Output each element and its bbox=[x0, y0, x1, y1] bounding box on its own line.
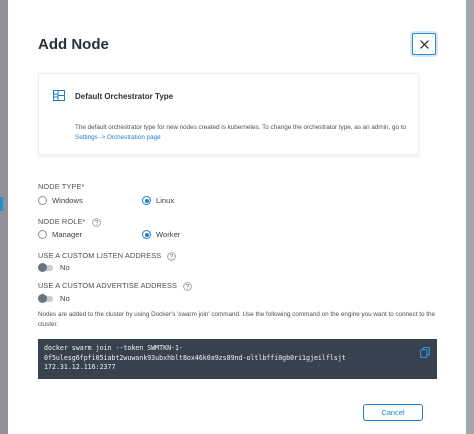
radio-worker[interactable]: Worker bbox=[142, 230, 180, 239]
join-command-block[interactable]: docker swarm join --token SWMTKN-1- 0f5ul… bbox=[38, 339, 437, 379]
command-line-2: 0f5ulesg6fpfi05iabt2wuwank93ubxhblt8ox46… bbox=[44, 353, 346, 362]
radio-worker-label: Worker bbox=[156, 230, 181, 239]
command-line-3: 172.31.12.116:2377 bbox=[44, 363, 116, 371]
orchestrator-info-card: Default Orchestrator Type The default or… bbox=[38, 73, 419, 155]
info-text-body: The default orchestrator type for new no… bbox=[75, 124, 407, 131]
question-circle-icon[interactable] bbox=[91, 217, 101, 227]
question-circle-icon[interactable] bbox=[167, 251, 177, 261]
backdrop-accent bbox=[0, 197, 3, 211]
info-title: Default Orchestrator Type bbox=[75, 92, 174, 101]
radio-manager-label: Manager bbox=[52, 230, 82, 239]
node-role-label-row: NODE ROLE* bbox=[38, 217, 101, 227]
modal-title: Add Node bbox=[38, 36, 109, 53]
radio-windows-label: Windows bbox=[52, 196, 83, 205]
radio-manager[interactable]: Manager bbox=[38, 230, 82, 239]
radio-windows-circle[interactable] bbox=[38, 196, 47, 205]
radio-linux-label: Linux bbox=[156, 196, 175, 205]
close-button[interactable] bbox=[412, 33, 436, 55]
copy-icon[interactable] bbox=[420, 347, 430, 358]
node-role-label: NODE ROLE* bbox=[38, 217, 86, 226]
backdrop-left bbox=[0, 0, 8, 434]
layout-grid-icon bbox=[53, 90, 65, 101]
node-type-label: NODE TYPE* bbox=[38, 182, 85, 191]
radio-linux[interactable]: Linux bbox=[142, 196, 174, 205]
listen-address-toggle-label: No bbox=[60, 263, 70, 272]
advertise-address-toggle-row[interactable]: No bbox=[38, 293, 70, 303]
advertise-address-toggle[interactable] bbox=[38, 293, 53, 303]
listen-address-label-row: USE A CUSTOM LISTEN ADDRESS bbox=[38, 251, 177, 261]
listen-address-toggle-row[interactable]: No bbox=[38, 262, 70, 272]
listen-address-toggle[interactable] bbox=[38, 262, 53, 272]
join-description: Nodes are added to the cluster by using … bbox=[38, 311, 436, 328]
command-line-1: docker swarm join --token SWMTKN-1- bbox=[44, 344, 183, 352]
radio-linux-circle[interactable] bbox=[142, 196, 151, 205]
footer-divider bbox=[8, 396, 466, 397]
advertise-address-label-row: USE A CUSTOM ADVERTISE ADDRESS bbox=[38, 281, 193, 291]
advertise-address-label: USE A CUSTOM ADVERTISE ADDRESS bbox=[38, 281, 178, 290]
info-text: The default orchestrator type for new no… bbox=[75, 123, 411, 142]
question-circle-icon[interactable] bbox=[183, 281, 193, 291]
cancel-button[interactable]: Cancel bbox=[363, 404, 423, 421]
radio-worker-circle[interactable] bbox=[142, 230, 151, 239]
listen-address-label: USE A CUSTOM LISTEN ADDRESS bbox=[38, 251, 162, 260]
advertise-address-toggle-label: No bbox=[60, 294, 70, 303]
close-icon bbox=[419, 39, 429, 49]
backdrop-right bbox=[466, 0, 474, 434]
orchestration-settings-link[interactable]: Settings -> Orchestration page bbox=[75, 134, 161, 141]
add-node-modal: Add Node Default Orchestrator Type The d… bbox=[8, 0, 466, 434]
radio-windows[interactable]: Windows bbox=[38, 196, 83, 205]
radio-manager-circle[interactable] bbox=[38, 230, 47, 239]
